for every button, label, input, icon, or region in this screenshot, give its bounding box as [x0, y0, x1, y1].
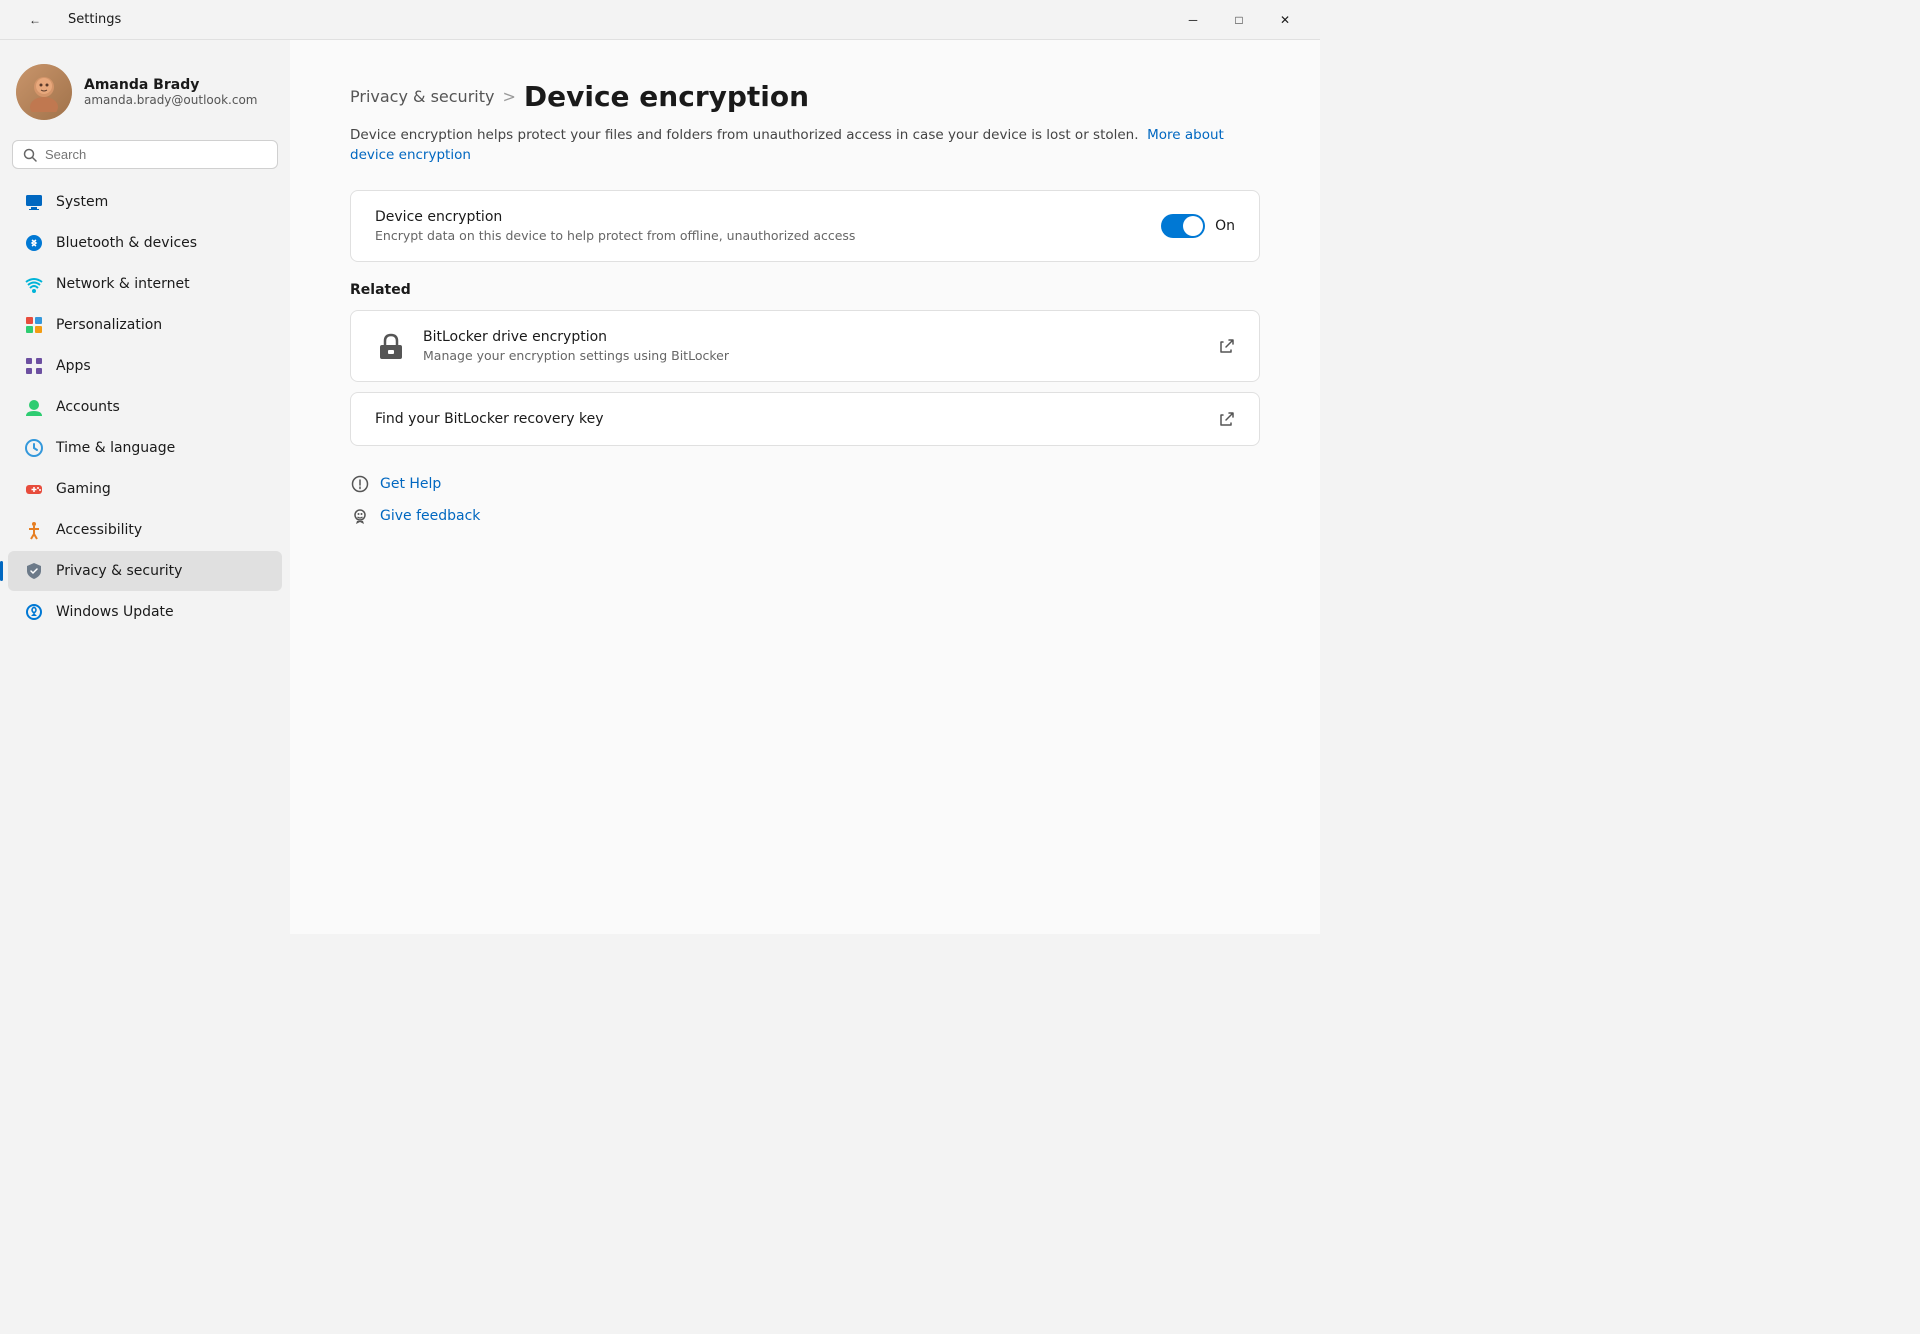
search-input[interactable]: [45, 147, 267, 162]
give-feedback-icon: [350, 506, 370, 526]
titlebar-title: Settings: [68, 12, 121, 27]
search-box[interactable]: [12, 140, 278, 169]
sidebar-label-privacy: Privacy & security: [56, 563, 182, 579]
bitlocker-icon: [375, 330, 407, 362]
search-icon: [23, 148, 37, 162]
help-links: Get Help Give feedback: [350, 474, 1260, 526]
bluetooth-icon: [24, 233, 44, 253]
recovery-key-item[interactable]: Find your BitLocker recovery key: [350, 392, 1260, 446]
related-section-title: Related: [350, 282, 1260, 298]
accounts-icon: [24, 397, 44, 417]
bitlocker-title: BitLocker drive encryption: [423, 329, 729, 345]
system-icon: [24, 192, 44, 212]
titlebar-left: ← Settings: [12, 4, 121, 36]
time-icon: [24, 438, 44, 458]
get-help-label: Get Help: [380, 476, 441, 492]
bitlocker-item-left: BitLocker drive encryption Manage your e…: [375, 329, 729, 363]
bitlocker-external-icon: [1219, 338, 1235, 354]
sidebar-label-accessibility: Accessibility: [56, 522, 142, 538]
sidebar-label-bluetooth: Bluetooth & devices: [56, 235, 197, 251]
sidebar-item-apps[interactable]: Apps: [8, 346, 282, 386]
user-info: Amanda Brady amanda.brady@outlook.com: [84, 77, 257, 107]
sidebar-label-system: System: [56, 194, 108, 210]
sidebar-item-bluetooth[interactable]: Bluetooth & devices: [8, 223, 282, 263]
description: Device encryption helps protect your fil…: [350, 125, 1230, 166]
accessibility-icon: [24, 520, 44, 540]
user-profile[interactable]: Amanda Brady amanda.brady@outlook.com: [0, 56, 290, 140]
recovery-key-external-icon: [1219, 411, 1235, 427]
avatar: [16, 64, 72, 120]
encryption-toggle[interactable]: [1161, 214, 1205, 238]
sidebar-item-time[interactable]: Time & language: [8, 428, 282, 468]
back-button[interactable]: ←: [12, 4, 58, 36]
encryption-toggle-text: Device encryption Encrypt data on this d…: [375, 209, 855, 243]
maximize-button[interactable]: □: [1216, 4, 1262, 36]
user-email: amanda.brady@outlook.com: [84, 93, 257, 107]
sidebar-item-accessibility[interactable]: Accessibility: [8, 510, 282, 550]
sidebar-label-update: Windows Update: [56, 604, 174, 620]
toggle-container: On: [1161, 214, 1235, 238]
bitlocker-item[interactable]: BitLocker drive encryption Manage your e…: [350, 310, 1260, 382]
breadcrumb-separator: >: [502, 87, 515, 106]
sidebar-item-privacy[interactable]: Privacy & security: [8, 551, 282, 591]
page-title: Device encryption: [524, 80, 809, 113]
breadcrumb: Privacy & security > Device encryption: [350, 80, 1260, 113]
sidebar-label-apps: Apps: [56, 358, 91, 374]
get-help-icon: [350, 474, 370, 494]
app-window: Amanda Brady amanda.brady@outlook.com: [0, 40, 1320, 934]
titlebar-controls: ─ □ ✕: [1170, 4, 1308, 36]
bitlocker-text: BitLocker drive encryption Manage your e…: [423, 329, 729, 363]
privacy-icon: [24, 561, 44, 581]
encryption-toggle-row: Device encryption Encrypt data on this d…: [351, 191, 1259, 261]
sidebar-item-gaming[interactable]: Gaming: [8, 469, 282, 509]
sidebar-item-personalization[interactable]: Personalization: [8, 305, 282, 345]
give-feedback-link[interactable]: Give feedback: [350, 506, 1260, 526]
bitlocker-subtitle: Manage your encryption settings using Bi…: [423, 348, 729, 363]
apps-icon: [24, 356, 44, 376]
titlebar: ← Settings ─ □ ✕: [0, 0, 1320, 40]
sidebar-item-update[interactable]: Windows Update: [8, 592, 282, 632]
minimize-button[interactable]: ─: [1170, 4, 1216, 36]
device-encryption-card: Device encryption Encrypt data on this d…: [350, 190, 1260, 262]
recovery-key-left: Find your BitLocker recovery key: [375, 411, 604, 427]
sidebar-item-network[interactable]: Network & internet: [8, 264, 282, 304]
sidebar: Amanda Brady amanda.brady@outlook.com: [0, 40, 290, 934]
get-help-link[interactable]: Get Help: [350, 474, 1260, 494]
close-button[interactable]: ✕: [1262, 4, 1308, 36]
sidebar-label-time: Time & language: [56, 440, 175, 456]
sidebar-label-gaming: Gaming: [56, 481, 111, 497]
user-name: Amanda Brady: [84, 77, 257, 93]
sidebar-label-personalization: Personalization: [56, 317, 162, 333]
encryption-title: Device encryption: [375, 209, 855, 225]
gaming-icon: [24, 479, 44, 499]
sidebar-item-system[interactable]: System: [8, 182, 282, 222]
recovery-key-title: Find your BitLocker recovery key: [375, 411, 604, 427]
breadcrumb-parent[interactable]: Privacy & security: [350, 87, 494, 106]
avatar-image: [16, 64, 72, 120]
give-feedback-label: Give feedback: [380, 508, 480, 524]
update-icon: [24, 602, 44, 622]
sidebar-label-accounts: Accounts: [56, 399, 120, 415]
sidebar-label-network: Network & internet: [56, 276, 190, 292]
personalization-icon: [24, 315, 44, 335]
sidebar-item-accounts[interactable]: Accounts: [8, 387, 282, 427]
toggle-state-label: On: [1215, 218, 1235, 234]
main-content: Privacy & security > Device encryption D…: [290, 40, 1320, 934]
encryption-subtitle: Encrypt data on this device to help prot…: [375, 228, 855, 243]
network-icon: [24, 274, 44, 294]
sidebar-nav: System Bluetooth & devices: [0, 181, 290, 633]
